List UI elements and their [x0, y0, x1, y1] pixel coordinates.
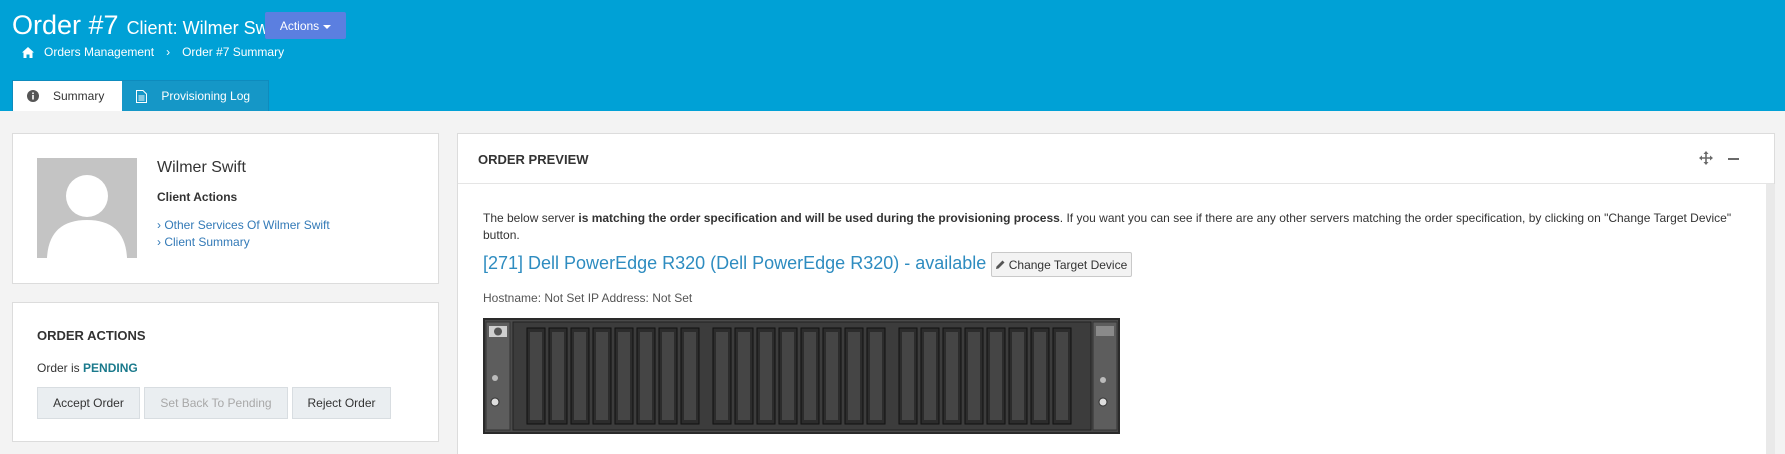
drive-bay-handle [716, 332, 728, 420]
drive-bay-handle [870, 332, 882, 420]
description-text-bold: is matching the order specification and … [578, 211, 1060, 225]
user-silhouette-icon [47, 175, 127, 258]
order-actions-panel: ORDER ACTIONS Order is PENDING Accept Or… [12, 302, 439, 442]
host-info: Hostname: Not Set IP Address: Not Set [483, 291, 693, 305]
tab-provisioning-log-label: Provisioning Log [161, 89, 251, 103]
order-status: Order is PENDING [37, 361, 138, 375]
drive-bay-handle [1034, 332, 1046, 420]
move-icon[interactable] [1699, 151, 1713, 165]
order-preview-heading: ORDER PREVIEW [478, 152, 589, 167]
reject-order-button[interactable]: Reject Order [292, 387, 391, 419]
other-services-link[interactable]: › Other Services Of Wilmer Swift [157, 218, 330, 232]
drive-bay-handle [662, 332, 674, 420]
client-name: Wilmer Swift [157, 159, 246, 176]
tab-summary-label: Summary [53, 89, 105, 103]
server-image [483, 318, 1120, 434]
title-row: Order #7 Client: Wilmer Swift [12, 10, 283, 41]
drive-bay-handle [760, 332, 772, 420]
home-icon [22, 46, 34, 58]
drive-bay-handle [1056, 332, 1068, 420]
info-icon [27, 90, 39, 102]
device-title-link[interactable]: [271] Dell PowerEdge R320 (Dell PowerEdg… [483, 253, 986, 274]
drive-bay-handle [826, 332, 838, 420]
drive-bay-handle [848, 332, 860, 420]
status-badge: PENDING [83, 361, 138, 375]
breadcrumb-current: Order #7 Summary [182, 45, 285, 59]
other-services-link-label: Other Services Of Wilmer Swift [164, 218, 330, 232]
description-text-start: The below server [483, 211, 579, 225]
chevron-right-icon: › [157, 235, 161, 249]
chevron-right-icon: › [157, 218, 161, 232]
tab-provisioning-log[interactable]: Provisioning Log [122, 80, 270, 111]
drive-bay-handle [782, 332, 794, 420]
drive-bay-handle [596, 332, 608, 420]
breadcrumb-orders-management[interactable]: Orders Management [44, 45, 154, 59]
tab-bar: Summary Provisioning Log [12, 80, 270, 111]
client-summary-link[interactable]: › Client Summary [157, 235, 250, 249]
scrollbar[interactable] [1766, 184, 1775, 454]
drive-bay-handle [804, 332, 816, 420]
drive-bay-handle [552, 332, 564, 420]
drive-bay-handle [990, 332, 1002, 420]
page-title: Order #7 [12, 10, 119, 40]
chevron-right-icon: › [166, 45, 171, 59]
pencil-icon [995, 260, 1005, 269]
actions-button-label: Actions [279, 18, 320, 33]
set-back-to-pending-button[interactable]: Set Back To Pending [144, 387, 288, 419]
avatar [37, 158, 137, 258]
order-actions-heading: ORDER ACTIONS [37, 328, 146, 343]
order-preview-header: ORDER PREVIEW [458, 134, 1774, 184]
drive-bay-handle [924, 332, 936, 420]
drive-bay-handle [684, 332, 696, 420]
page-subtitle: Client: Wilmer Swift [126, 18, 283, 38]
order-status-prefix: Order is [37, 361, 80, 375]
drive-bay-handle [968, 332, 980, 420]
drive-bay-handle [530, 332, 542, 420]
drive-bay-handle [574, 332, 586, 420]
tab-summary[interactable]: Summary [12, 80, 123, 111]
drive-bay-handle [946, 332, 958, 420]
client-info-panel: Wilmer Swift Client Actions › Other Serv… [12, 133, 439, 284]
document-icon [136, 89, 148, 103]
breadcrumb: Orders Management › Order #7 Summary [22, 45, 284, 59]
change-target-device-button[interactable]: Change Target Device [991, 252, 1132, 277]
minimize-icon[interactable] [1728, 158, 1739, 160]
drive-bay-handle [738, 332, 750, 420]
order-preview-description: The below server is matching the order s… [483, 210, 1758, 244]
client-summary-link-label: Client Summary [164, 235, 250, 249]
client-actions-label: Client Actions [157, 190, 238, 204]
drive-bay-handle [640, 332, 652, 420]
order-preview-panel: ORDER PREVIEW The below server is matchi… [457, 133, 1775, 454]
actions-dropdown-button[interactable]: Actions [265, 12, 346, 39]
caret-down-icon [323, 24, 332, 29]
drive-bay-handle [1012, 332, 1024, 420]
drive-bay-handle [902, 332, 914, 420]
change-target-device-label: Change Target Device [1008, 257, 1128, 272]
drive-bay-handle [618, 332, 630, 420]
page-header: Order #7 Client: Wilmer Swift Actions Or… [0, 0, 1785, 111]
accept-order-button[interactable]: Accept Order [37, 387, 140, 419]
